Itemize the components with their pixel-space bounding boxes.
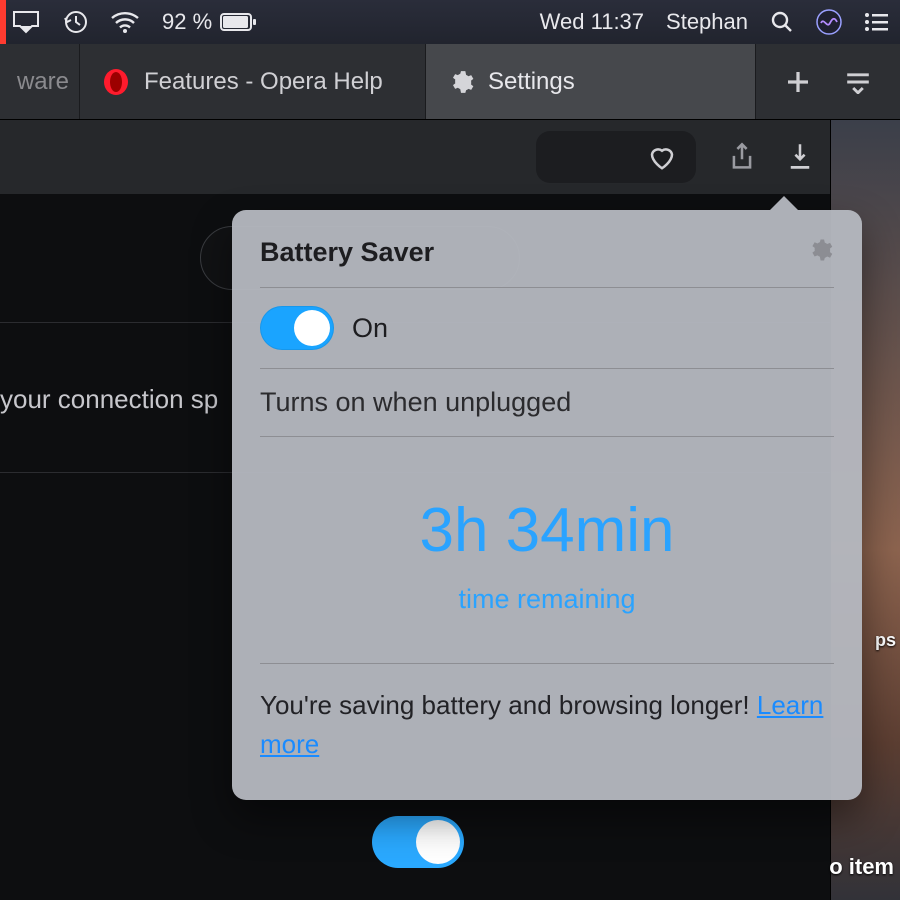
battery-status[interactable]: 92 %	[162, 9, 258, 35]
tab-settings-label: Settings	[488, 68, 575, 96]
recording-indicator	[0, 0, 6, 44]
popover-arrow	[770, 196, 798, 210]
tab-settings[interactable]: Settings	[426, 44, 756, 119]
divider	[260, 368, 834, 369]
time-machine-icon[interactable]	[62, 9, 88, 35]
clock-text[interactable]: Wed 11:37	[540, 9, 644, 35]
battery-saver-popover: Battery Saver On Turns on when unplugged…	[232, 210, 862, 800]
connection-speed-label: your connection sp	[0, 384, 218, 415]
siri-icon[interactable]	[816, 9, 842, 35]
divider	[260, 663, 834, 664]
browser-toolbar	[0, 120, 900, 194]
spotlight-icon[interactable]	[770, 10, 794, 34]
downloads-icon[interactable]	[782, 139, 818, 175]
tab-help-label: Features - Opera Help	[144, 68, 383, 96]
battery-saver-message: You're saving battery and browsing longe…	[260, 686, 834, 764]
opera-icon	[102, 68, 130, 96]
user-name[interactable]: Stephan	[666, 9, 748, 35]
settings-toggle[interactable]	[372, 816, 464, 868]
browser-tabstrip: ware Features - Opera Help Settings	[0, 44, 900, 120]
notification-center-icon[interactable]	[864, 12, 888, 32]
popover-title: Battery Saver	[260, 237, 434, 268]
share-icon[interactable]	[724, 139, 760, 175]
desktop-item-label[interactable]: o item	[829, 854, 894, 880]
tab-menu-button[interactable]	[840, 64, 876, 100]
desktop-label-fragment: ps	[875, 630, 896, 651]
popover-settings-gear-icon[interactable]	[806, 236, 834, 269]
battery-percent-label: 92 %	[162, 9, 212, 35]
airplay-icon[interactable]	[12, 10, 40, 34]
divider	[260, 287, 834, 288]
gear-icon	[448, 69, 474, 95]
battery-saver-toggle[interactable]	[260, 306, 334, 350]
mac-menubar: 92 % Wed 11:37 Stephan	[0, 0, 900, 44]
divider	[260, 436, 834, 437]
address-bar[interactable]	[536, 131, 696, 183]
battery-saver-condition-text: Turns on when unplugged	[260, 387, 834, 418]
tab-previous-truncated[interactable]: ware	[0, 44, 80, 119]
time-remaining-value: 3h 34min	[260, 495, 834, 566]
wifi-icon[interactable]	[110, 11, 140, 33]
tab-opera-help[interactable]: Features - Opera Help	[80, 44, 426, 119]
battery-saver-toggle-label: On	[352, 313, 388, 344]
time-remaining-caption: time remaining	[260, 584, 834, 615]
bookmark-heart-icon[interactable]	[644, 139, 680, 175]
tab-prev-label: ware	[17, 68, 69, 96]
new-tab-button[interactable]	[780, 64, 816, 100]
battery-saver-message-text: You're saving battery and browsing longe…	[260, 690, 757, 720]
